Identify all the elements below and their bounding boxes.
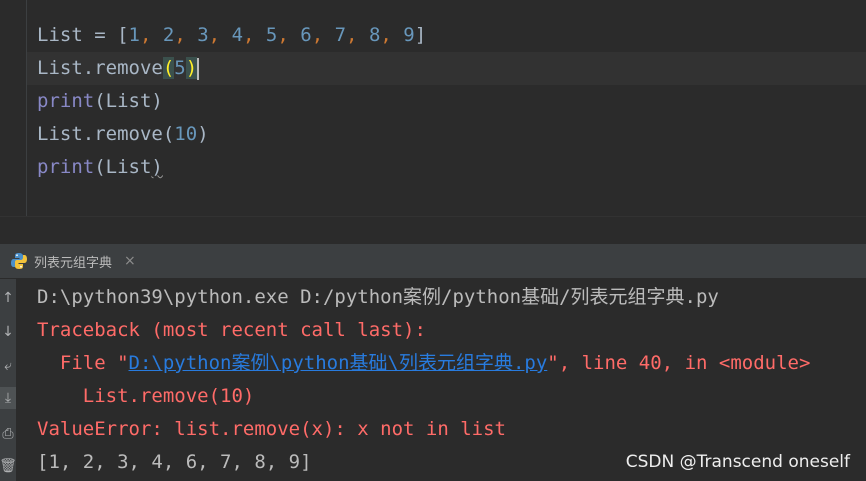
print-icon[interactable]: ⎙ (0, 423, 16, 445)
gutter-divider (26, 0, 27, 216)
code-close: ] (414, 24, 427, 46)
code-list-number: 7 (334, 24, 347, 46)
code-line-1[interactable]: List = [1, 2, 3, 4, 5, 6, 7, 8, 9] (37, 19, 426, 52)
code-paren-open: ( (94, 90, 106, 112)
code-list-comma: , (139, 24, 163, 46)
code-paren-open: ( (162, 57, 175, 79)
code-arg: 10 (174, 123, 198, 145)
code-list-comma: , (380, 24, 404, 46)
code-arg: 5 (174, 57, 186, 79)
code-arg: List (105, 90, 152, 112)
code-list-number: 1 (128, 24, 140, 46)
arrow-down-icon[interactable]: ↓ (0, 321, 16, 343)
code-list-comma: , (277, 24, 301, 46)
code-var: List (37, 24, 83, 46)
code-paren-close: ) (185, 57, 198, 79)
code-fn: print (37, 156, 95, 178)
code-list-comma: , (311, 24, 335, 46)
code-list-number: 8 (368, 24, 381, 46)
code-editor[interactable]: List = [1, 2, 3, 4, 5, 6, 7, 8, 9] List.… (0, 0, 866, 216)
code-list-number: 2 (162, 24, 175, 46)
code-list-number: 3 (197, 24, 209, 46)
error-message: ValueError: list.remove(x): x not in lis… (37, 418, 506, 440)
code-paren-close: ) (197, 123, 209, 145)
console-command: D:\python39\python.exe D:/python案例/pytho… (37, 286, 719, 308)
arrow-up-icon[interactable]: ↑ (0, 287, 16, 309)
code-list-number: 6 (300, 24, 312, 46)
code-list-number: 4 (231, 24, 244, 46)
text-caret (197, 57, 200, 80)
python-icon (10, 252, 28, 270)
code-paren-open: ( (94, 156, 106, 178)
code-line-4[interactable]: List.remove(10) (37, 118, 209, 151)
run-tab-bar: 列表元组字典 × (0, 244, 866, 279)
code-list-comma: , (243, 24, 266, 46)
watermark: CSDN @Transcend oneself (625, 452, 850, 472)
code-line-2[interactable]: List.remove(5) (37, 52, 200, 85)
editor-console-splitter[interactable] (0, 216, 866, 245)
code-arg: List (105, 156, 152, 178)
code-paren-open: ( (162, 123, 175, 145)
code-list-comma: , (208, 24, 232, 46)
run-tab-label: 列表元组字典 (34, 255, 113, 271)
traceback-file-link[interactable]: D:\python案例\python基础\列表元组字典.py (129, 352, 548, 374)
code-list-number: 5 (265, 24, 278, 46)
console-result: [1, 2, 3, 4, 6, 7, 8, 9] (37, 451, 312, 473)
code-list-items: 1, 2, 3, 4, 5, 6, 7, 8, 9 (129, 24, 415, 46)
code-paren-close: ) (151, 90, 163, 112)
traceback-file-line: File "D:\python案例\python基础\列表元组字典.py", l… (37, 347, 811, 380)
code-list-comma: , (174, 24, 198, 46)
trash-icon[interactable]: 🗑 (0, 455, 17, 477)
traceback-header: Traceback (most recent call last): (37, 319, 426, 341)
run-toolbar: ↑ ↓ ⤶ ⤓ ⎙ 🗑 (0, 279, 17, 481)
code-fn: print (37, 90, 95, 112)
code-line-3[interactable]: print(List) (37, 85, 163, 118)
close-icon[interactable]: × (124, 253, 136, 269)
traceback-code: List.remove(10) (37, 385, 255, 407)
code-list-number: 9 (403, 24, 415, 46)
code-list-comma: , (346, 24, 369, 46)
traceback-file-suffix: ", line 40, in <module> (547, 352, 811, 374)
code-call: List.remove (37, 123, 163, 145)
run-console[interactable]: D:\python39\python.exe D:/python案例/pytho… (16, 279, 866, 481)
code-op: = [ (82, 24, 129, 46)
traceback-file-prefix: File " (37, 352, 129, 374)
code-line-5[interactable]: print(List) (37, 151, 163, 184)
scroll-to-end-icon[interactable]: ⤓ (0, 387, 16, 409)
code-call: List.remove (37, 57, 163, 79)
run-tab[interactable]: 列表元组字典 × (0, 244, 146, 278)
code-paren-close-warning: ) (151, 156, 163, 178)
soft-wrap-icon[interactable]: ⤶ (0, 355, 16, 377)
